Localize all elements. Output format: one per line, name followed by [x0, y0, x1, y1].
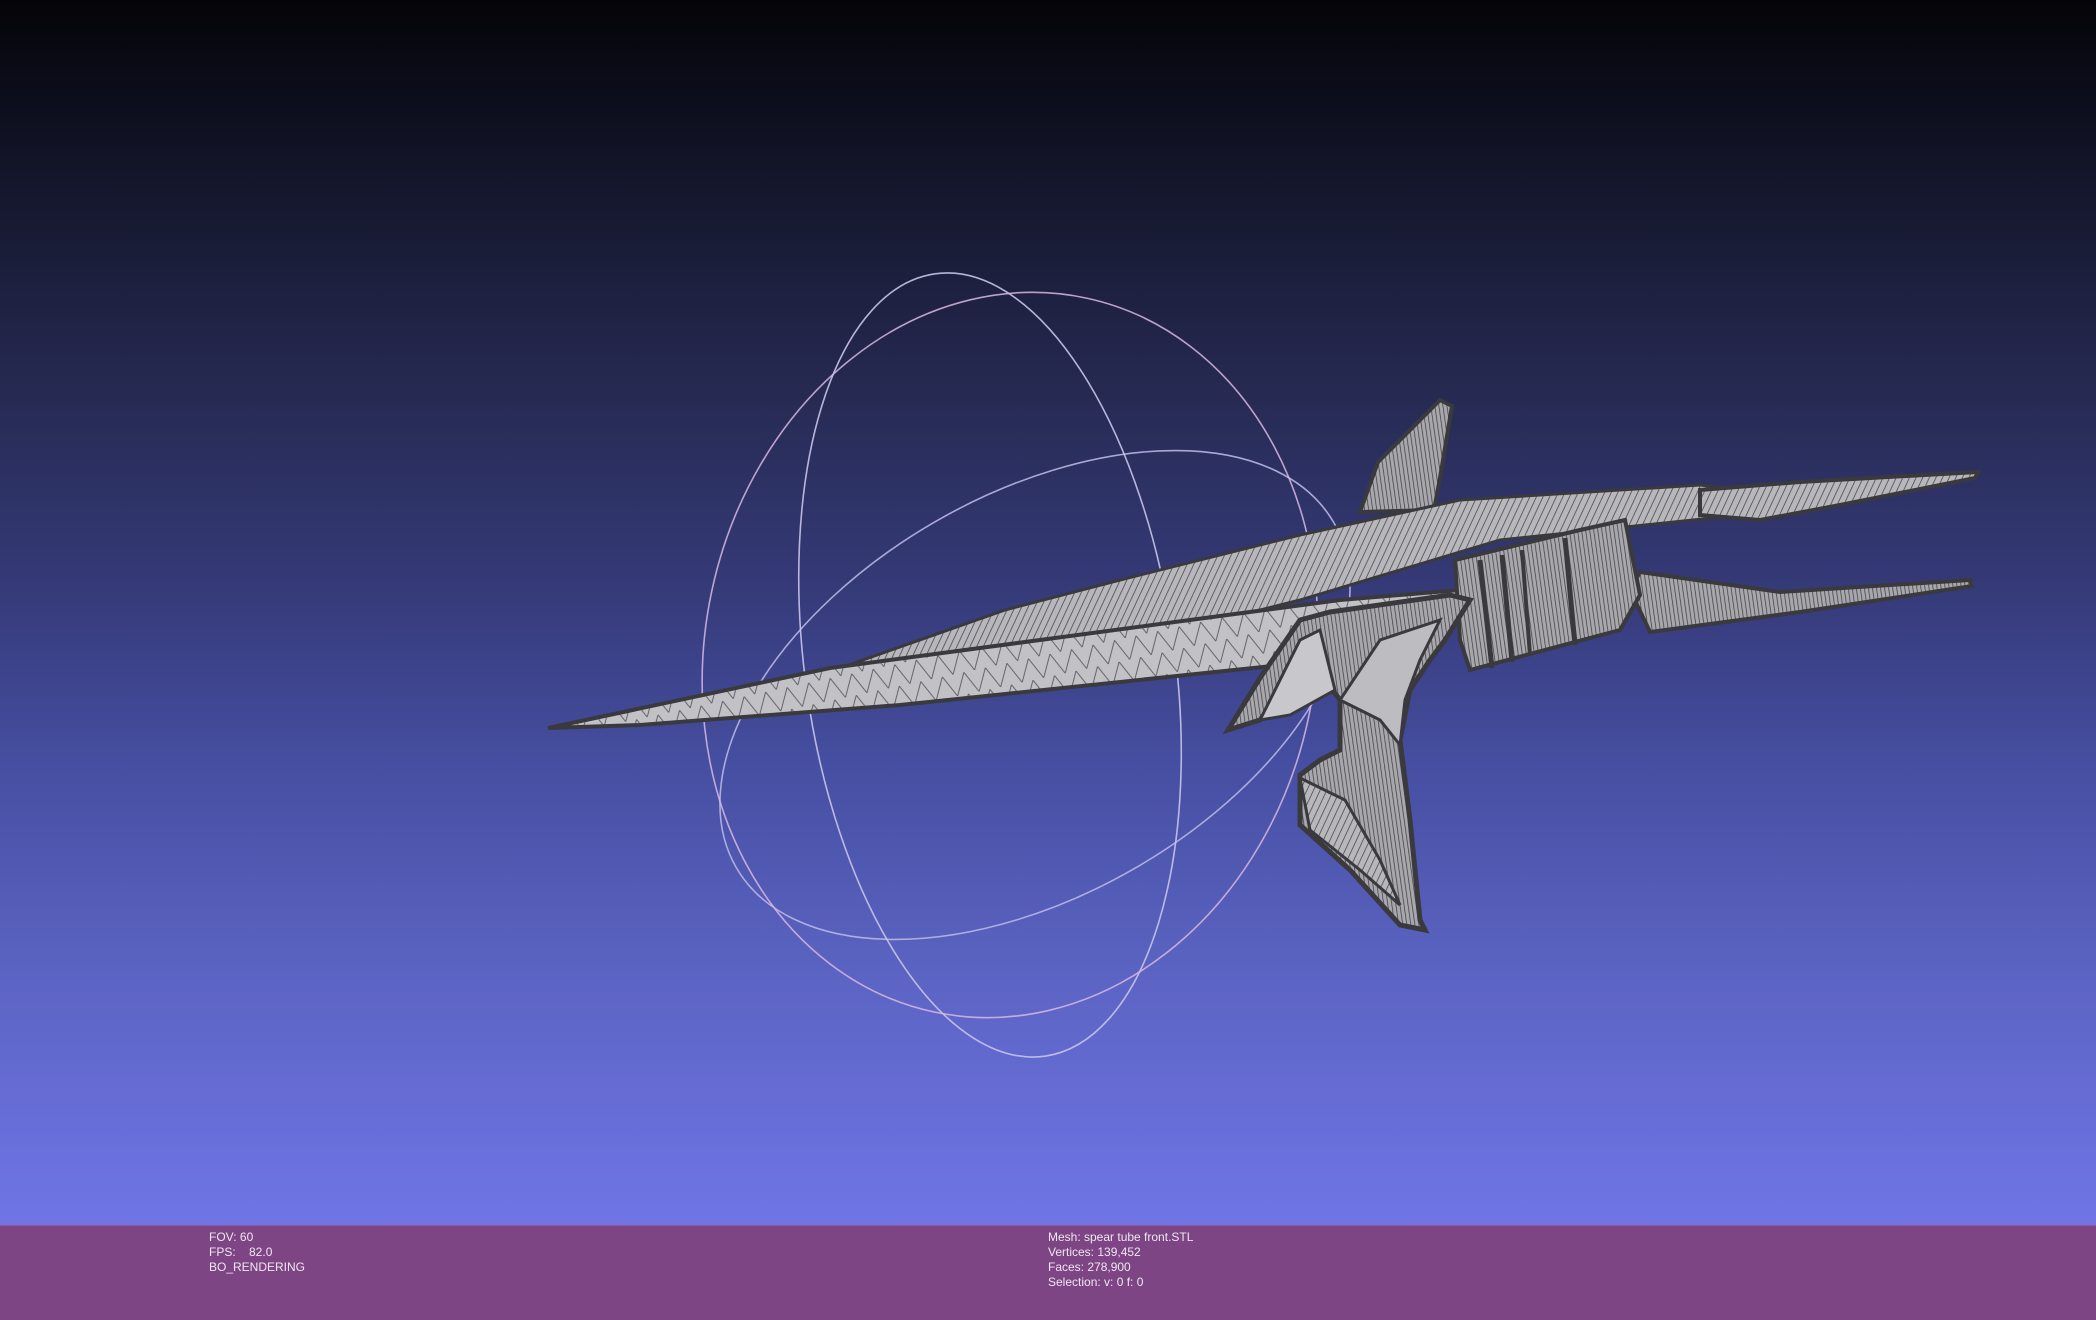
render-mode-label: BO_RENDERING [209, 1260, 306, 1274]
fov-readout: FOV: 60 [209, 1230, 254, 1244]
mesh-prong-upper [1698, 469, 1982, 523]
face-count-label: Faces: 278,900 [1048, 1260, 1131, 1274]
selection-label: Selection: v: 0 f: 0 [1048, 1275, 1144, 1289]
mesh-prong-lower [1627, 569, 1975, 635]
3d-viewport[interactable] [0, 0, 2096, 1225]
mesh-rear-fin [1357, 397, 1455, 515]
info-bar: FOV: 60 FPS: 82.0 BO_RENDERING Mesh: spe… [0, 1225, 2096, 1320]
mesh-name-label: Mesh: spear tube front.STL [1048, 1230, 1194, 1244]
render-info-panel: FOV: 60 FPS: 82.0 BO_RENDERING [209, 1230, 305, 1275]
vertex-count-label: Vertices: 139,452 [1048, 1245, 1141, 1259]
scene-canvas[interactable] [0, 0, 2096, 1225]
fps-readout: FPS: 82.0 [209, 1245, 273, 1259]
mesh-model[interactable] [547, 397, 1982, 934]
mesh-info-panel: Mesh: spear tube front.STL Vertices: 139… [1048, 1230, 1193, 1290]
